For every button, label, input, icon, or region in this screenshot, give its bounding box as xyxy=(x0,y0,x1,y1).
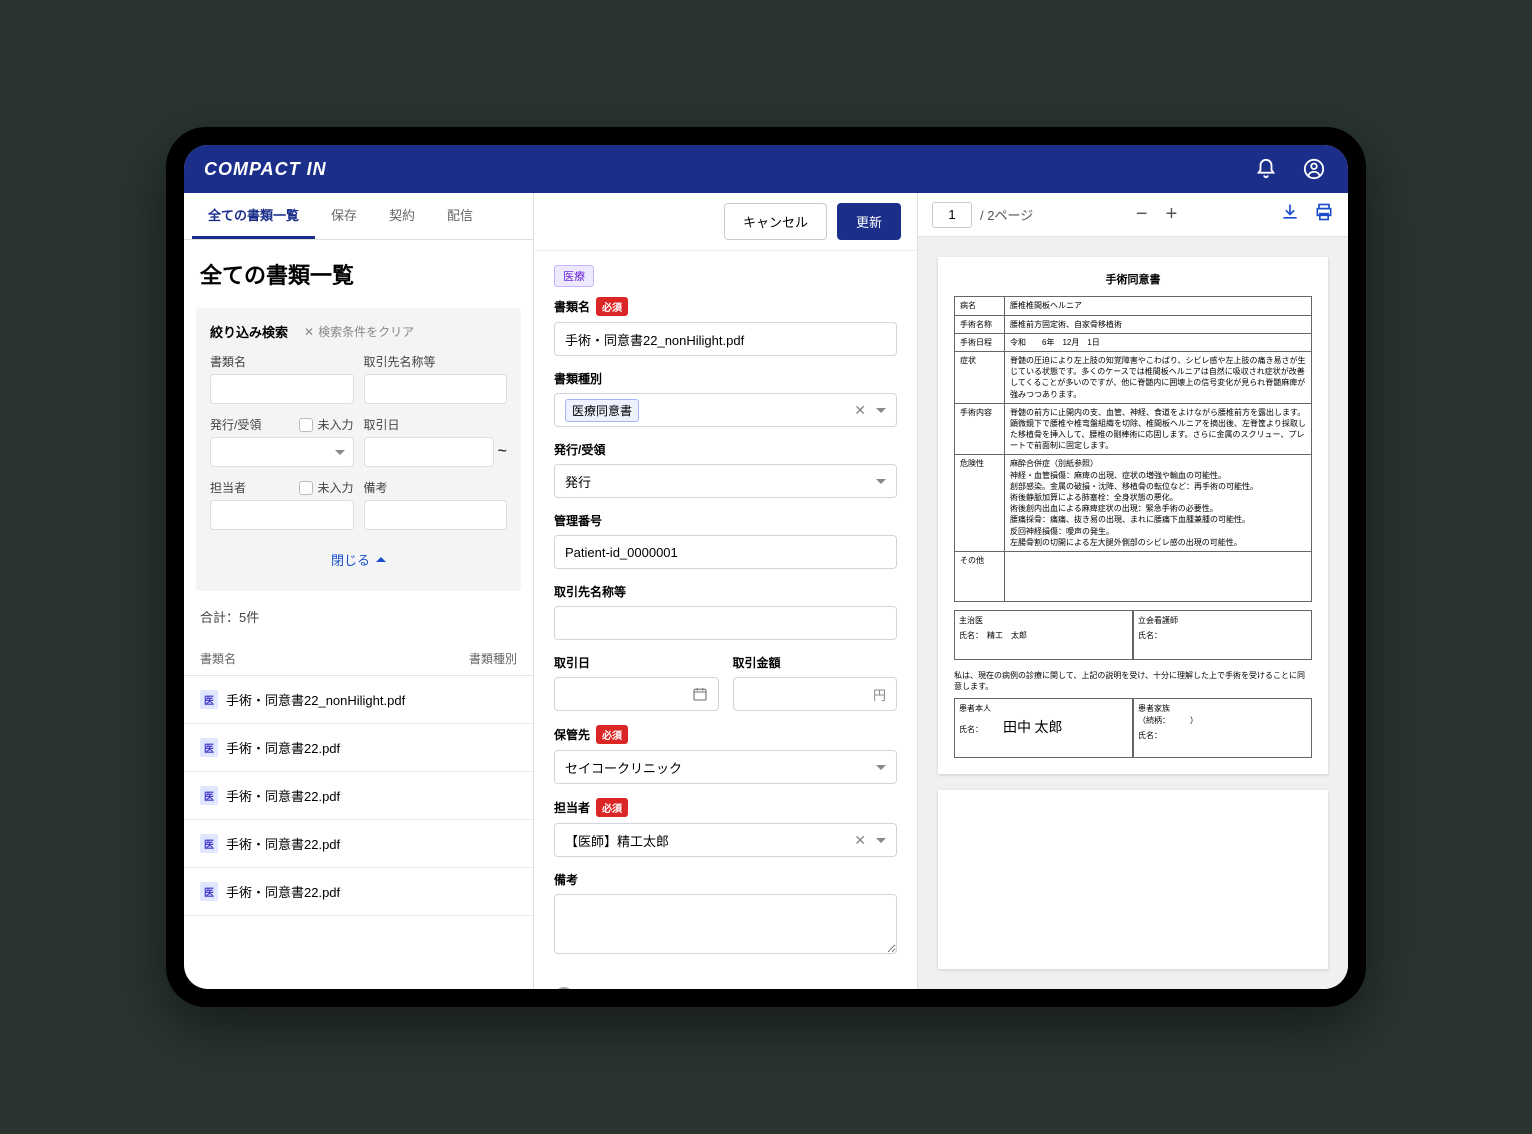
filter-date-from[interactable] xyxy=(364,437,494,467)
storage-select[interactable]: セイコークリニック xyxy=(554,750,897,784)
update-button[interactable]: 更新 xyxy=(837,203,901,240)
document-list: 医手術・同意書22_nonHilight.pdf 医手術・同意書22.pdf 医… xyxy=(184,676,533,989)
txdate-input[interactable] xyxy=(554,677,719,711)
filter-issue-select[interactable] xyxy=(210,437,354,467)
download-icon[interactable] xyxy=(1280,202,1300,227)
label-notes: 備考 xyxy=(364,479,508,496)
chevron-down-icon xyxy=(335,450,345,455)
chevron-up-icon xyxy=(376,557,386,562)
result-count: 合計：5件 xyxy=(184,591,533,642)
check-circle-icon: ✓ xyxy=(554,987,574,989)
partner-input[interactable] xyxy=(554,606,897,640)
transaction-info-section: ✓ 取引情報 xyxy=(554,973,897,989)
label-partner: 取引先名称等 xyxy=(364,353,508,370)
assignee-select[interactable]: 【医師】精工太郎✕ xyxy=(554,823,897,857)
filter-title: 絞り込み検索 xyxy=(210,322,288,341)
print-icon[interactable] xyxy=(1314,202,1334,227)
filter-partner-input[interactable] xyxy=(364,374,508,404)
list-item[interactable]: 医手術・同意書22.pdf xyxy=(184,868,533,916)
chevron-down-icon xyxy=(876,765,886,770)
label-docname: 書類名 xyxy=(210,353,354,370)
checkbox-noinput-assignee[interactable] xyxy=(299,481,313,495)
tab-save[interactable]: 保存 xyxy=(315,193,373,239)
filter-docname-input[interactable] xyxy=(210,374,354,404)
category-badge: 医療 xyxy=(554,265,594,287)
document-page-2 xyxy=(938,790,1328,969)
dockind-select[interactable]: 医療同意書 ✕ xyxy=(554,393,897,427)
filter-assignee-input[interactable] xyxy=(210,500,354,530)
document-page-1: 手術同意書 病名腰椎椎間板ヘルニア 手術名称腰椎前方固定術、自家骨移植術 手術日… xyxy=(938,257,1328,774)
txamt-input[interactable]: 円 xyxy=(733,677,898,711)
chevron-down-icon xyxy=(876,408,886,413)
list-item[interactable]: 医手術・同意書22.pdf xyxy=(184,820,533,868)
chevron-down-icon xyxy=(876,838,886,843)
topbar: COMPACT IN xyxy=(184,145,1348,193)
clear-icon[interactable]: ✕ xyxy=(854,832,866,849)
label-issue: 発行/受領 xyxy=(210,416,261,433)
brand-logo: COMPACT IN xyxy=(204,159,327,180)
docname-input[interactable] xyxy=(554,322,897,356)
col-kind: 書類種別 xyxy=(469,650,517,667)
filter-notes-input[interactable] xyxy=(364,500,508,530)
close-icon: ✕ xyxy=(304,325,314,339)
clear-filter-button[interactable]: ✕ 検索条件をクリア xyxy=(304,323,414,340)
tab-contract[interactable]: 契約 xyxy=(373,193,431,239)
label-assignee: 担当者 xyxy=(210,479,246,496)
page-input[interactable] xyxy=(932,202,972,228)
checkbox-noinput-issue[interactable] xyxy=(299,418,313,432)
clear-icon[interactable]: ✕ xyxy=(854,402,866,419)
cancel-button[interactable]: キャンセル xyxy=(724,203,827,240)
list-item[interactable]: 医手術・同意書22.pdf xyxy=(184,724,533,772)
chevron-down-icon xyxy=(876,479,886,484)
calendar-icon xyxy=(692,686,708,702)
list-item[interactable]: 医手術・同意書22.pdf xyxy=(184,772,533,820)
sidebar: 全ての書類一覧 保存 契約 配信 全ての書類一覧 絞り込み検索 ✕ 検索条件をク… xyxy=(184,193,534,989)
preview-panel: / 2ページ − + 手術同意書 病名腰椎椎間板ヘルニ xyxy=(918,193,1348,989)
zoom-out-button[interactable]: − xyxy=(1136,203,1148,226)
issue-select[interactable]: 発行 xyxy=(554,464,897,498)
label-txdate: 取引日 xyxy=(364,416,508,433)
col-name: 書類名 xyxy=(200,650,236,667)
mgmtno-input[interactable] xyxy=(554,535,897,569)
filter-panel: 絞り込み検索 ✕ 検索条件をクリア 書類名 取引先名称等 xyxy=(196,308,521,591)
zoom-in-button[interactable]: + xyxy=(1166,203,1178,226)
bell-icon[interactable] xyxy=(1252,155,1280,183)
list-item[interactable]: 医手術・同意書22_nonHilight.pdf xyxy=(184,676,533,724)
notes-textarea[interactable] xyxy=(554,894,897,954)
tab-deliver[interactable]: 配信 xyxy=(431,193,489,239)
page-title: 全ての書類一覧 xyxy=(184,240,533,308)
tabs: 全ての書類一覧 保存 契約 配信 xyxy=(184,193,533,240)
edit-panel: キャンセル 更新 医療 書類名必須 書類種別 医療同意書 ✕ xyxy=(534,193,918,989)
user-icon[interactable] xyxy=(1300,155,1328,183)
tab-all[interactable]: 全ての書類一覧 xyxy=(192,193,315,239)
close-filter-button[interactable]: 閉じる xyxy=(210,542,507,577)
